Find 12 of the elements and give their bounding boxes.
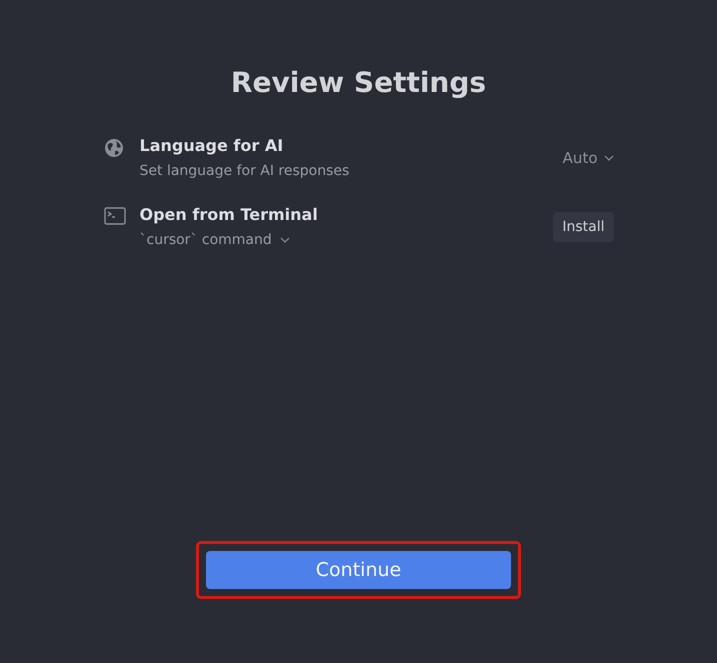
chevron-icon <box>604 154 614 160</box>
chevron-icon <box>280 237 290 243</box>
setting-label: Open from Terminal <box>140 205 318 224</box>
terminal-icon <box>104 207 126 225</box>
page-title: Review Settings <box>230 65 486 101</box>
language-dropdown[interactable]: Auto <box>562 148 614 166</box>
command-dropdown[interactable]: `cursor` command <box>140 232 290 248</box>
continue-button[interactable]: Continue <box>206 551 511 589</box>
setting-label: Language for AI <box>140 136 284 155</box>
setting-description: Set language for AI responses <box>140 163 350 179</box>
install-button[interactable]: Install <box>553 212 614 242</box>
globe-icon <box>104 138 124 158</box>
